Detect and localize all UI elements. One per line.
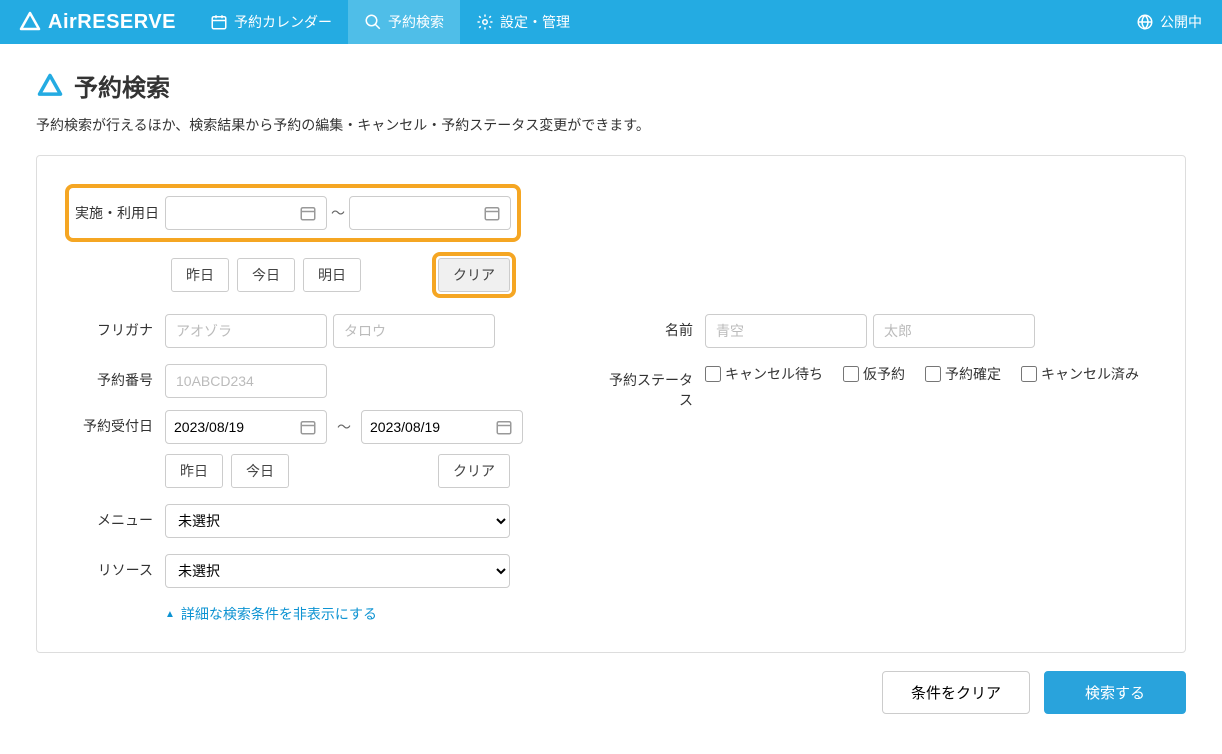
calendar-icon [494,418,514,436]
receipt-date-from-input[interactable] [174,419,284,435]
number-label: 予約番号 [65,364,165,390]
calendar-icon [482,204,502,222]
logo-text: AirRESERVE [48,11,176,34]
footer-buttons: 条件をクリア 検索する [36,671,1186,714]
receipt-date-to[interactable] [361,410,523,444]
nav-search[interactable]: 予約検索 [348,0,460,44]
row-resource: リソース 未選択 [65,554,1157,588]
status-provisional-checkbox[interactable]: 仮予約 [843,364,905,384]
receipt-clear-button[interactable]: クリア [438,454,510,488]
name-label: 名前 [605,314,705,340]
advanced-toggle-link[interactable]: 詳細な検索条件を非表示にする [165,604,377,624]
receipt-date-to-input[interactable] [370,419,480,435]
furigana-last-input[interactable] [165,314,327,348]
use-date-yesterday-button[interactable]: 昨日 [171,258,229,292]
logo-icon [36,72,64,100]
use-date-from[interactable] [165,196,327,230]
row-status: 予約ステータス キャンセル待ち 仮予約 予約確定 キャンセル済み [605,364,1157,410]
clear-conditions-button[interactable]: 条件をクリア [882,671,1030,714]
page-body: 予約検索 予約検索が行えるほか、検索結果から予約の編集・キャンセル・予約ステータ… [0,44,1222,754]
receipt-yesterday-button[interactable]: 昨日 [165,454,223,488]
calendar-icon [298,204,318,222]
range-separator: 〜 [333,417,355,437]
resource-label: リソース [65,554,165,580]
name-last-input[interactable] [705,314,867,348]
logo-icon [18,10,42,34]
receipt-date-from[interactable] [165,410,327,444]
menu-label: メニュー [65,504,165,530]
logo: AirRESERVE [0,10,194,34]
status-label: 予約ステータス [605,364,705,410]
row-name: 名前 [605,314,1157,348]
status-wait-checkbox[interactable]: キャンセル待ち [705,364,823,384]
row-use-date: 実施・利用日 〜 昨日 今日 [65,184,1157,298]
use-date-tomorrow-button[interactable]: 明日 [303,258,361,292]
use-date-clear-highlight: クリア [432,252,516,298]
page-title: 予約検索 [36,68,1186,103]
globe-icon [1136,13,1154,31]
calendar-icon [210,13,228,31]
use-date-highlight: 実施・利用日 〜 [65,184,521,242]
search-button[interactable]: 検索する [1044,671,1186,714]
resource-select[interactable]: 未選択 [165,554,510,588]
row-menu: メニュー 未選択 [65,504,1157,538]
number-input[interactable] [165,364,327,398]
row-receipt-date: 予約受付日 〜 昨日 今日 [65,410,1157,488]
page-description: 予約検索が行えるほか、検索結果から予約の編集・キャンセル・予約ステータス変更がで… [36,115,1186,135]
nav-calendar[interactable]: 予約カレンダー [194,0,348,44]
gear-icon [476,13,494,31]
row-number: 予約番号 [65,364,605,398]
app-header: AirRESERVE 予約カレンダー 予約検索 設定・管理 公開中 [0,0,1222,44]
publish-status[interactable]: 公開中 [1116,12,1222,32]
status-cancelled-checkbox[interactable]: キャンセル済み [1021,364,1139,384]
use-date-label: 実施・利用日 [73,203,165,223]
furigana-label: フリガナ [65,314,165,340]
use-date-from-input[interactable] [174,205,284,221]
range-separator: 〜 [327,203,349,223]
nav-settings[interactable]: 設定・管理 [460,0,586,44]
row-furigana: フリガナ [65,314,605,348]
name-first-input[interactable] [873,314,1035,348]
menu-select[interactable]: 未選択 [165,504,510,538]
status-confirmed-checkbox[interactable]: 予約確定 [925,364,1001,384]
search-panel: 実施・利用日 〜 昨日 今日 [36,155,1186,653]
receipt-date-label: 予約受付日 [65,410,165,436]
furigana-first-input[interactable] [333,314,495,348]
row-toggle: 詳細な検索条件を非表示にする [65,604,1157,624]
use-date-clear-button[interactable]: クリア [438,258,510,292]
use-date-to-input[interactable] [358,205,468,221]
main-nav: 予約カレンダー 予約検索 設定・管理 [194,0,586,44]
search-icon [364,13,382,31]
calendar-icon [298,418,318,436]
receipt-today-button[interactable]: 今日 [231,454,289,488]
use-date-to[interactable] [349,196,511,230]
use-date-today-button[interactable]: 今日 [237,258,295,292]
